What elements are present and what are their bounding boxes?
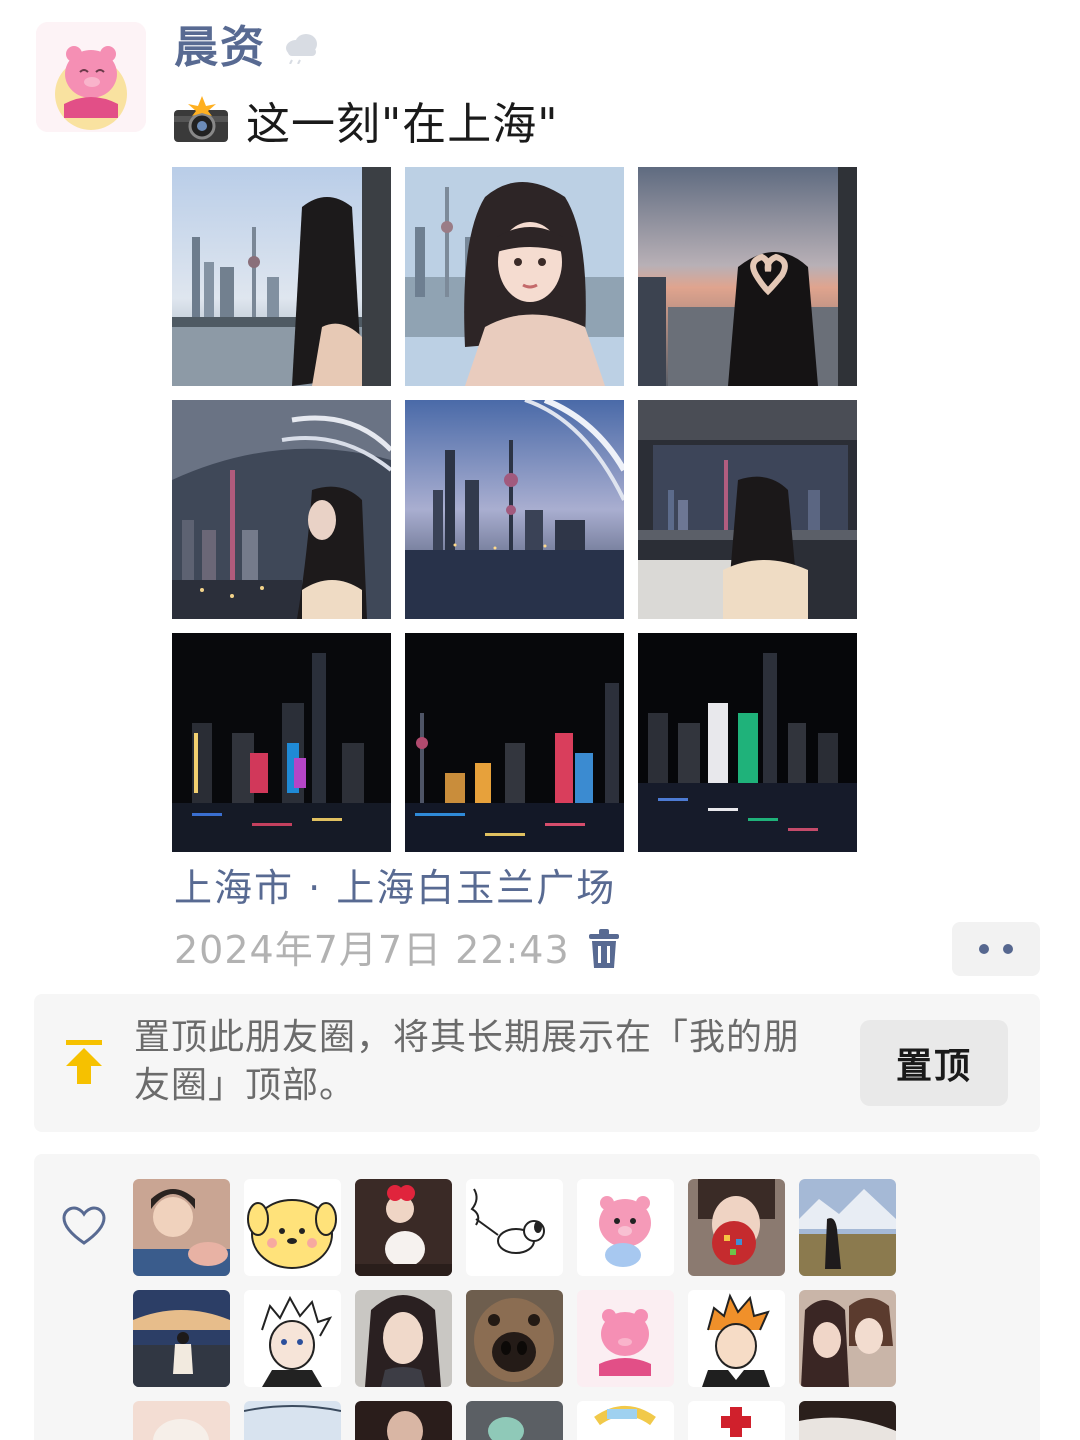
photo-7[interactable] <box>172 633 391 852</box>
post-location[interactable]: 上海市 · 上海白玉兰广场 <box>174 862 616 914</box>
photo-8[interactable] <box>405 633 624 852</box>
cloud-icon <box>286 34 317 64</box>
photo-5[interactable] <box>405 400 624 619</box>
photo-3[interactable] <box>638 167 857 386</box>
photo-4[interactable] <box>172 400 391 619</box>
liker-avatar[interactable] <box>688 1401 785 1440</box>
post-timestamp: 2024年7月7日 22:43 <box>174 928 570 972</box>
liker-avatar[interactable] <box>133 1290 230 1387</box>
photo-2[interactable] <box>405 167 624 386</box>
liker-avatar[interactable] <box>466 1401 563 1440</box>
liker-avatar[interactable] <box>355 1290 452 1387</box>
pin-description: 置顶此朋友圈，将其长期展示在「我的朋友圈」顶部。 <box>134 1017 801 1106</box>
dot-icon <box>979 944 989 954</box>
user-avatar[interactable] <box>36 22 146 132</box>
liker-avatar[interactable] <box>688 1179 785 1276</box>
likes-section <box>34 1154 1040 1440</box>
username[interactable]: 晨资 <box>174 20 266 76</box>
camera-flash-icon <box>174 96 228 142</box>
dot-icon <box>1003 944 1013 954</box>
liker-avatar[interactable] <box>688 1290 785 1387</box>
heart-outline-icon <box>62 1206 106 1245</box>
liker-avatar[interactable] <box>466 1179 563 1276</box>
pin-to-top-icon <box>66 1040 102 1084</box>
moment-detail-page: 晨资 这一刻"在上海" 上海市 · 上海白玉兰广场 2024年7月7日 22:4… <box>0 0 1080 1440</box>
liker-avatar[interactable] <box>355 1401 452 1440</box>
photo-1[interactable] <box>172 167 391 386</box>
pin-to-top-card: 置顶此朋友圈，将其长期展示在「我的朋友圈」顶部。 置顶 <box>34 994 1040 1132</box>
trash-icon[interactable] <box>586 928 622 970</box>
post-caption: 这一刻"在上海" <box>172 88 558 152</box>
liker-avatar[interactable] <box>799 1179 896 1276</box>
liker-avatar[interactable] <box>244 1401 341 1440</box>
liker-avatar-grid <box>133 1179 896 1440</box>
liker-avatar[interactable] <box>799 1290 896 1387</box>
liker-avatar[interactable] <box>133 1179 230 1276</box>
liker-avatar[interactable] <box>133 1401 230 1440</box>
liker-avatar[interactable] <box>244 1179 341 1276</box>
liker-avatar[interactable] <box>577 1401 674 1440</box>
more-options-button[interactable] <box>952 922 1040 976</box>
liker-avatar[interactable] <box>355 1179 452 1276</box>
liker-avatar[interactable] <box>466 1290 563 1387</box>
caption-text: 这一刻"在上海" <box>246 99 559 150</box>
liker-avatar[interactable] <box>244 1290 341 1387</box>
photo-9[interactable] <box>638 633 857 852</box>
photo-grid <box>172 167 857 852</box>
liker-avatar[interactable] <box>799 1401 896 1440</box>
pin-button[interactable]: 置顶 <box>860 1020 1008 1106</box>
liker-avatar[interactable] <box>577 1290 674 1387</box>
photo-6[interactable] <box>638 400 857 619</box>
liker-avatar[interactable] <box>577 1179 674 1276</box>
